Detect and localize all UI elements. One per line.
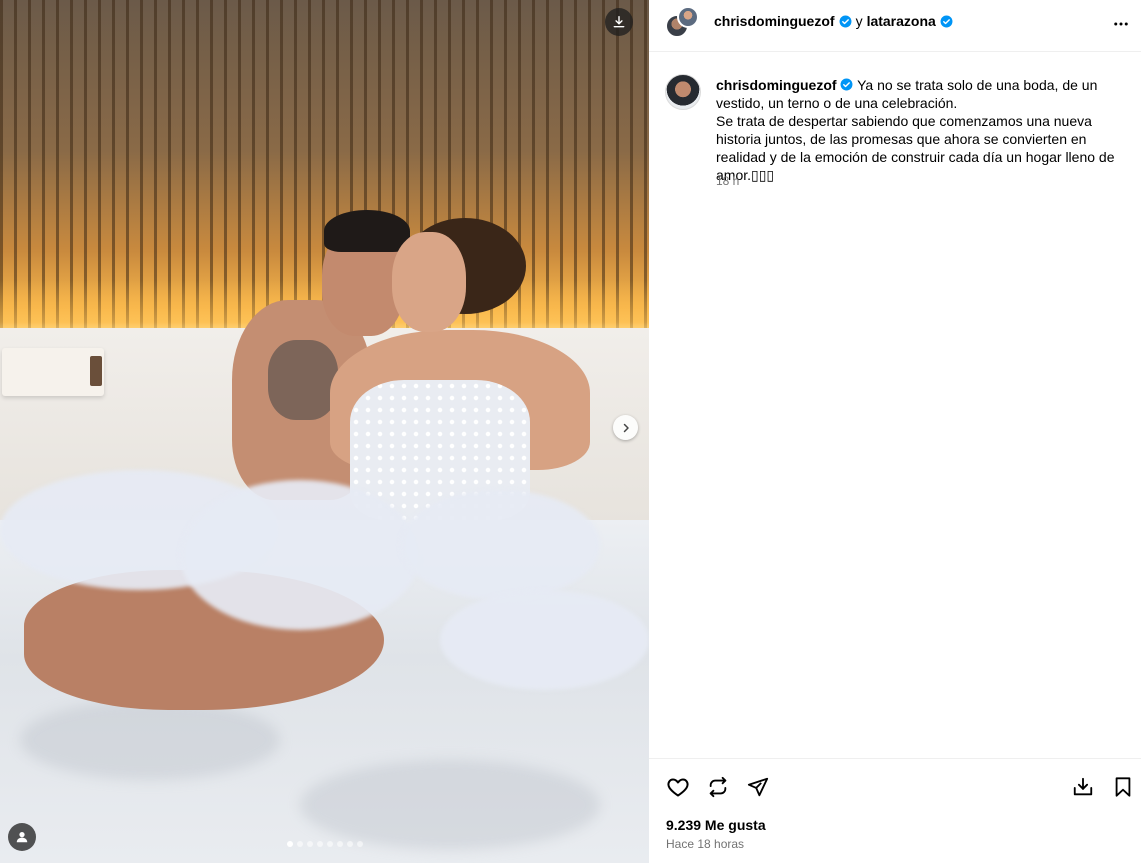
save-download-button[interactable] <box>1070 774 1096 800</box>
carousel-dot <box>296 841 303 847</box>
author-line: chrisdominguezof y latarazona <box>714 13 953 29</box>
caption-timestamp[interactable]: 18 h <box>716 174 739 188</box>
verified-badge-icon <box>839 15 852 28</box>
man-hair <box>324 210 410 252</box>
carousel-dot <box>306 841 313 847</box>
carousel-dot <box>346 841 353 847</box>
bookmark-button[interactable] <box>1110 774 1136 800</box>
author-connector: y <box>855 13 863 29</box>
carousel-dot <box>326 841 333 847</box>
verified-badge-icon <box>940 15 953 28</box>
avatar[interactable] <box>665 74 701 110</box>
caption-line-2: Se trata de despertar sabiendo que comen… <box>716 113 1115 183</box>
download-icon <box>1073 777 1093 796</box>
share-icon <box>747 777 769 797</box>
post-actions: 9.239 Me gusta Hace 18 horas <box>649 758 1141 863</box>
more-horizontal-icon <box>1114 22 1128 26</box>
caption-text: chrisdominguezof Ya no se trata solo de … <box>716 76 1136 184</box>
avatar <box>677 6 699 28</box>
carousel-dot <box>336 841 343 847</box>
carousel-dot <box>356 841 363 847</box>
post-header: chrisdominguezof y latarazona <box>649 0 1141 52</box>
share-button[interactable] <box>745 774 771 800</box>
repost-button[interactable] <box>705 774 731 800</box>
more-options-button[interactable] <box>1109 12 1133 36</box>
tulle-skirt <box>180 480 420 630</box>
sheet-fold <box>300 760 600 850</box>
lamp-knob <box>90 356 102 386</box>
author-username[interactable]: chrisdominguezof <box>714 13 835 29</box>
collab-avatars[interactable] <box>665 6 701 42</box>
next-slide-button[interactable] <box>613 415 638 440</box>
wall-lamp <box>2 348 104 396</box>
verified-badge-icon <box>840 78 853 91</box>
collaborator-username[interactable]: latarazona <box>867 13 936 29</box>
tulle-sleeve <box>440 590 649 690</box>
carousel-dot <box>286 841 293 847</box>
repost-icon <box>709 776 727 798</box>
like-count[interactable]: 9.239 Me gusta <box>666 817 766 833</box>
woman-face <box>392 232 466 332</box>
carousel-indicator <box>0 841 649 847</box>
download-media-button[interactable] <box>605 8 633 36</box>
tattoo <box>268 340 338 420</box>
tulle-skirt <box>400 490 600 600</box>
post-panel: chrisdominguezof y latarazona chrisdomin… <box>649 0 1141 863</box>
carousel-dot <box>316 841 323 847</box>
like-button[interactable] <box>665 774 691 800</box>
heart-icon <box>667 778 689 797</box>
bookmark-icon <box>1115 777 1131 797</box>
sheet-fold <box>20 700 280 780</box>
post-time-ago: Hace 18 horas <box>666 837 745 851</box>
chevron-right-icon <box>623 423 629 432</box>
post-media[interactable] <box>0 0 649 863</box>
download-icon <box>613 16 625 28</box>
caption-username[interactable]: chrisdominguezof <box>716 77 837 93</box>
